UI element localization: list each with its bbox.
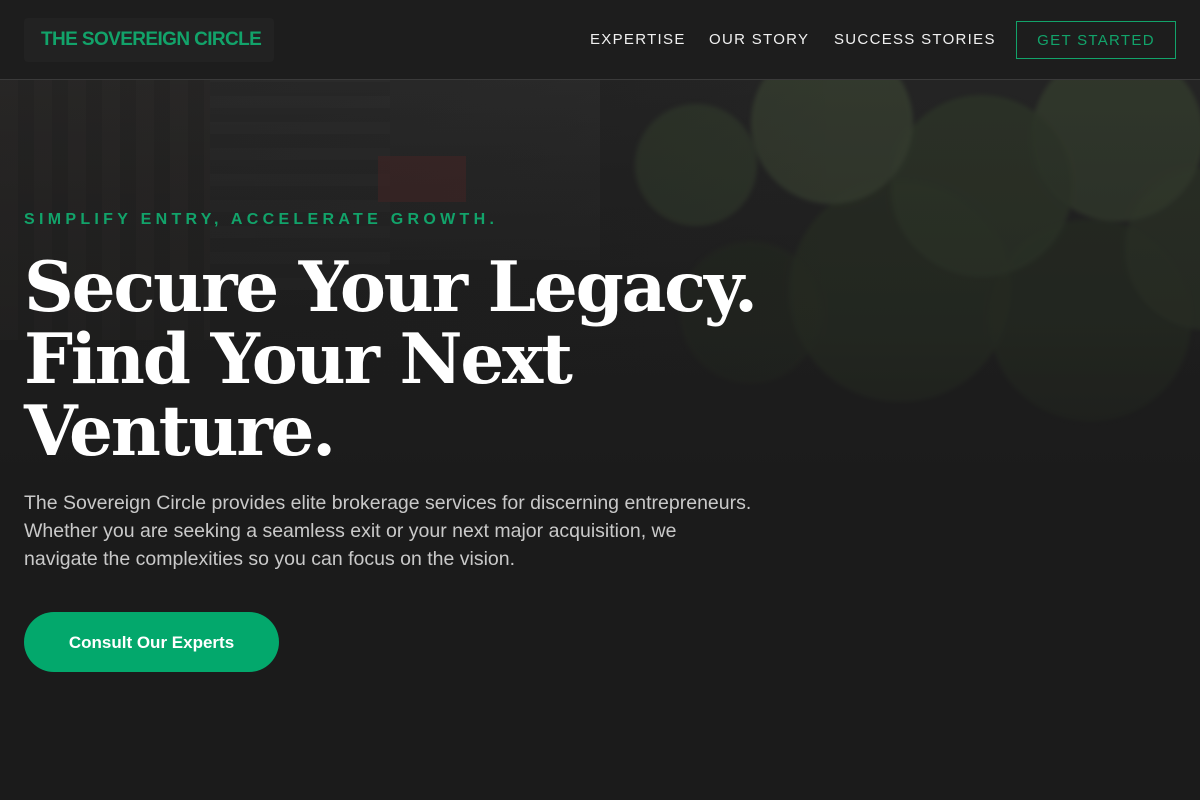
hero-headline: Secure Your Legacy. Find Your Next Ventu… — [24, 247, 758, 472]
hero-headline-line: Find Your Next — [24, 319, 573, 400]
nav-link-expertise[interactable]: EXPERTISE — [590, 30, 686, 50]
hero-description: The Sovereign Circle provides elite brok… — [24, 492, 752, 570]
landing-page: THE SOVEREIGN CIRCLE EXPERTISE OUR STORY… — [0, 0, 1200, 800]
hero-headline-line: Venture. — [24, 391, 336, 472]
nav-link-our-story[interactable]: OUR STORY — [709, 30, 809, 50]
hero-eyebrow: SIMPLIFY ENTRY, ACCELERATE GROWTH. — [24, 211, 499, 228]
get-started-button[interactable]: GET STARTED — [1016, 21, 1176, 59]
nav-link-success-stories[interactable]: SUCCESS STORIES — [834, 30, 996, 50]
consult-experts-button[interactable]: Consult Our Experts — [24, 612, 279, 672]
site-header: THE SOVEREIGN CIRCLE EXPERTISE OUR STORY… — [0, 0, 1200, 80]
hero-headline-line: Secure Your Legacy. — [24, 247, 758, 328]
